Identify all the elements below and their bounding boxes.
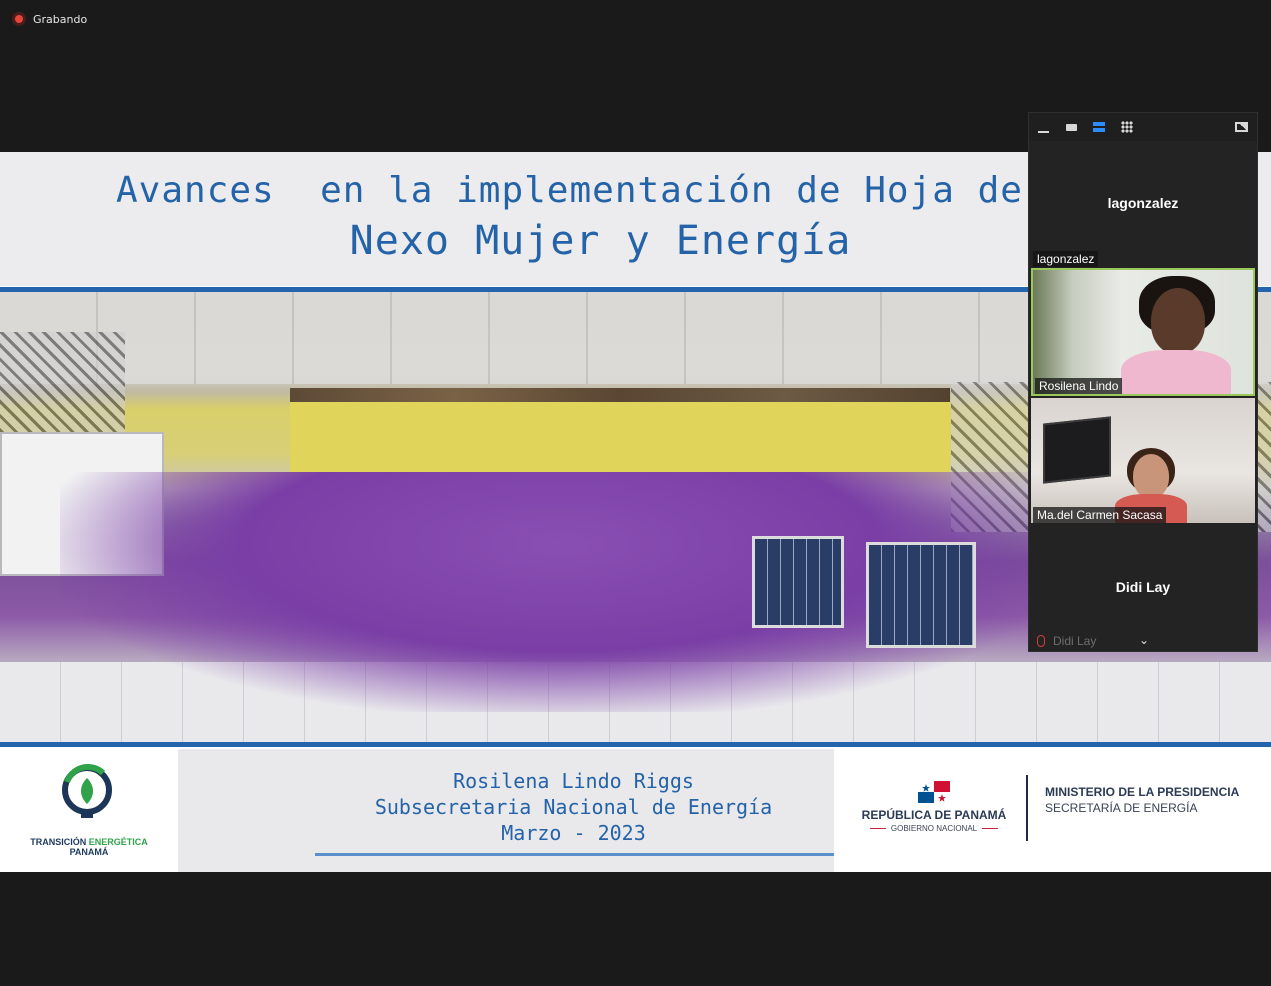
participant-video-clothing (1121, 350, 1231, 394)
participant-label: lagonzalez (1033, 251, 1099, 267)
participant-video-face (1151, 288, 1205, 354)
transicion-energetica-text: TRANSICIÓN ENERGÉTICA PANAMÁ (0, 837, 178, 857)
speaker-view-icon[interactable] (1091, 119, 1107, 135)
logo-text-1: TRANSICIÓN (30, 837, 89, 847)
participant-tile-rosilena-lindo[interactable]: Rosilena Lindo (1031, 268, 1255, 396)
participant-label: Rosilena Lindo (1035, 378, 1123, 394)
photo-window-left (0, 332, 125, 432)
participant-label: Ma.del Carmen Sacasa (1033, 507, 1167, 523)
logo-text-2: ENERGÉTICA (88, 837, 148, 847)
chevron-down-icon[interactable]: ⌄ (1139, 633, 1149, 647)
participant-tile-didi-lay[interactable]: Didi Lay Didi Lay ⌄ (1031, 525, 1255, 651)
pip-icon[interactable] (1233, 119, 1249, 135)
government-logo: REPÚBLICA DE PANAMÁ GOBIERNO NACIONAL MI… (834, 749, 1271, 872)
participant-tile-lagonzalez[interactable]: lagonzalez lagonzalez (1031, 143, 1255, 267)
slide-divider-bottom (0, 742, 1271, 747)
participant-video-face (1133, 454, 1169, 498)
participant-gallery-panel[interactable]: lagonzalez lagonzalez Rosilena Lindo Ma.… (1028, 112, 1258, 652)
mic-muted-icon (1037, 635, 1045, 647)
ministry-text: MINISTERIO DE LA PRESIDENCIA (1045, 785, 1240, 799)
government-divider (1026, 775, 1028, 841)
recording-indicator: Grabando (12, 12, 87, 26)
gallery-toolbar (1029, 113, 1257, 141)
presentation-date: Marzo - 2023 (501, 821, 646, 845)
participant-center-name: Didi Lay (1115, 579, 1171, 595)
transicion-energetica-mark-icon (62, 764, 112, 818)
slide-footer: TRANSICIÓN ENERGÉTICA PANAMÁ Rosilena Li… (0, 749, 1271, 872)
gobierno-nacional-text: GOBIERNO NACIONAL (858, 824, 1010, 833)
single-view-icon[interactable] (1063, 119, 1079, 135)
presenter-role: Subsecretaria Nacional de Energía (374, 795, 773, 819)
slide-title-line-1: Avances en la implementación de Hoja de (116, 170, 1023, 211)
minimize-icon[interactable] (1035, 119, 1051, 135)
participant-label-bar: Didi Lay ⌄ (1031, 631, 1255, 651)
logo-text-3: PANAMÁ (69, 847, 109, 857)
recording-label: Grabando (33, 12, 88, 26)
solar-panel-icon (866, 542, 976, 648)
gallery-view-icon[interactable] (1119, 119, 1135, 135)
participant-label: Didi Lay (1053, 634, 1097, 648)
recording-dot-icon (12, 12, 26, 26)
solar-panel-icon (752, 536, 844, 628)
footer-underline (315, 853, 834, 856)
secretariat-text: SECRETARÍA DE ENERGÍA (1045, 801, 1198, 815)
tv-screen-icon (1043, 416, 1111, 484)
panama-flag-icon (918, 781, 950, 803)
republica-de-panama-text: REPÚBLICA DE PANAMÁ (861, 808, 1007, 822)
transicion-energetica-logo: TRANSICIÓN ENERGÉTICA PANAMÁ (0, 749, 178, 872)
presenter-name: Rosilena Lindo Riggs (453, 769, 694, 793)
photo-wall (290, 402, 950, 472)
participant-center-name: lagonzalez (1107, 195, 1179, 211)
participant-tile-ma-del-carmen-sacasa[interactable]: Ma.del Carmen Sacasa (1031, 398, 1255, 523)
